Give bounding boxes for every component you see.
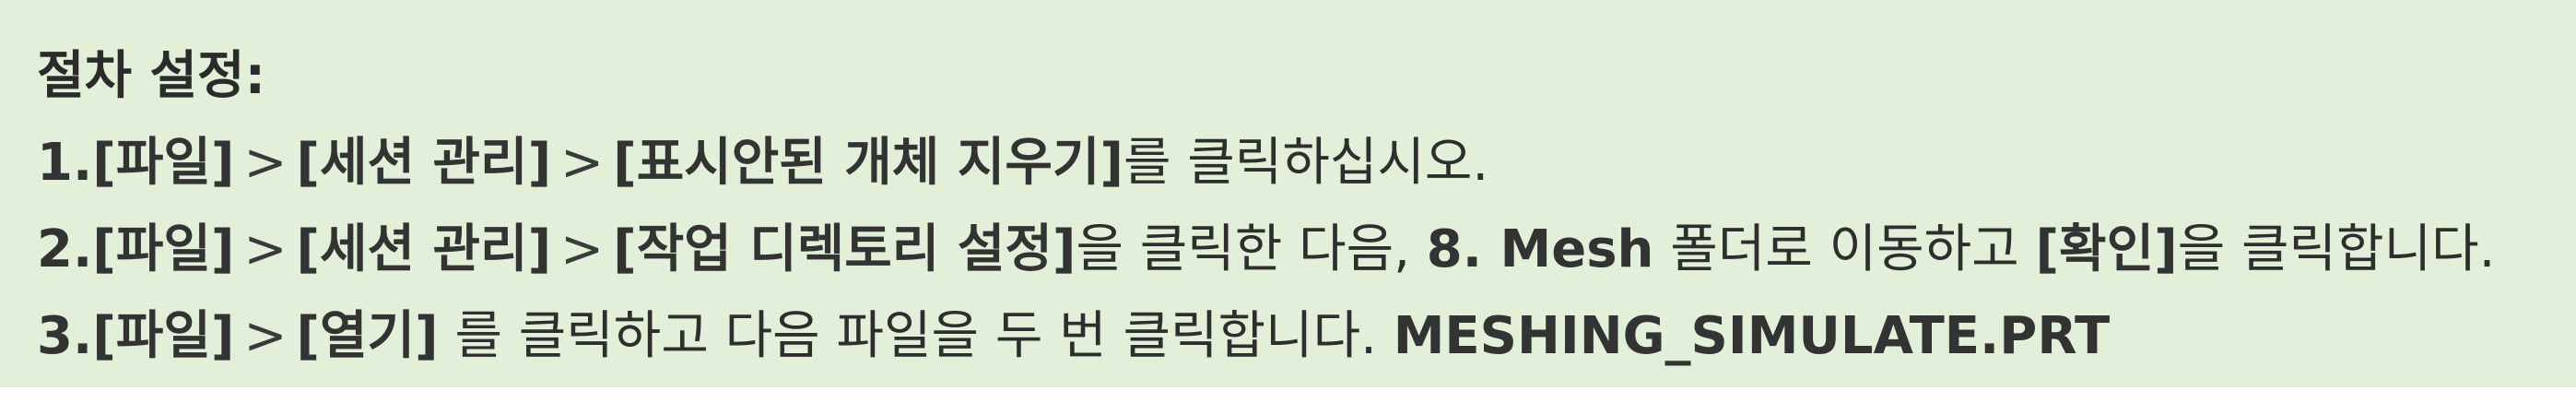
- step-1-separator-1: >: [243, 133, 288, 193]
- step-1: 1.[파일] > [세션 관리] > [표시안된 개체 지우기]를 클릭하십시오.: [37, 120, 2576, 207]
- step-2-menu-file: [파일]: [92, 219, 235, 279]
- step-3-mid-1: 를 클릭하고 다음 파일을 두 번 클릭합니다.: [438, 306, 1394, 366]
- step-2-separator-2: >: [560, 219, 605, 279]
- step-3: 3.[파일] > [열기] 를 클릭하고 다음 파일을 두 번 클릭합니다. MES…: [37, 293, 2576, 380]
- step-2-folder: 8. Mesh: [1426, 219, 1654, 279]
- step-1-tail: 를 클릭하십시오.: [1123, 133, 1489, 193]
- step-3-separator-1: >: [243, 306, 288, 366]
- step-2-menu-session: [세션 관리]: [296, 219, 552, 279]
- step-2-ok: [확인]: [2035, 219, 2178, 279]
- step-3-menu-open: [열기]: [296, 306, 439, 366]
- step-2-menu-workdir: [작업 디렉토리 설정]: [613, 219, 1076, 279]
- step-1-menu-erase: [표시안된 개체 지우기]: [613, 133, 1123, 193]
- step-3-file-name: MESHING_SIMULATE.PRT: [1393, 306, 2111, 366]
- step-2-number: 2.: [37, 219, 93, 279]
- step-3-number: 3.: [37, 306, 93, 366]
- step-2-mid-2: 폴더로 이동하고: [1653, 219, 2036, 279]
- procedure-heading: 절차 설정:: [37, 46, 265, 106]
- step-1-number: 1.: [37, 133, 93, 193]
- step-2: 2.[파일] > [세션 관리] > [작업 디렉토리 설정]을 클릭한 다음, 8. …: [37, 207, 2576, 293]
- step-2-tail: 을 클릭합니다.: [2177, 219, 2496, 279]
- step-1-menu-file: [파일]: [92, 133, 235, 193]
- step-2-separator-1: >: [243, 219, 288, 279]
- step-1-separator-2: >: [560, 133, 605, 193]
- step-3-menu-file: [파일]: [92, 306, 235, 366]
- step-2-mid-1: 을 클릭한 다음,: [1076, 219, 1427, 279]
- step-1-menu-session: [세션 관리]: [296, 133, 552, 193]
- procedure-panel: 절차 설정: 1.[파일] > [세션 관리] > [표시안된 개체 지우기]를 클릭하…: [0, 0, 2576, 387]
